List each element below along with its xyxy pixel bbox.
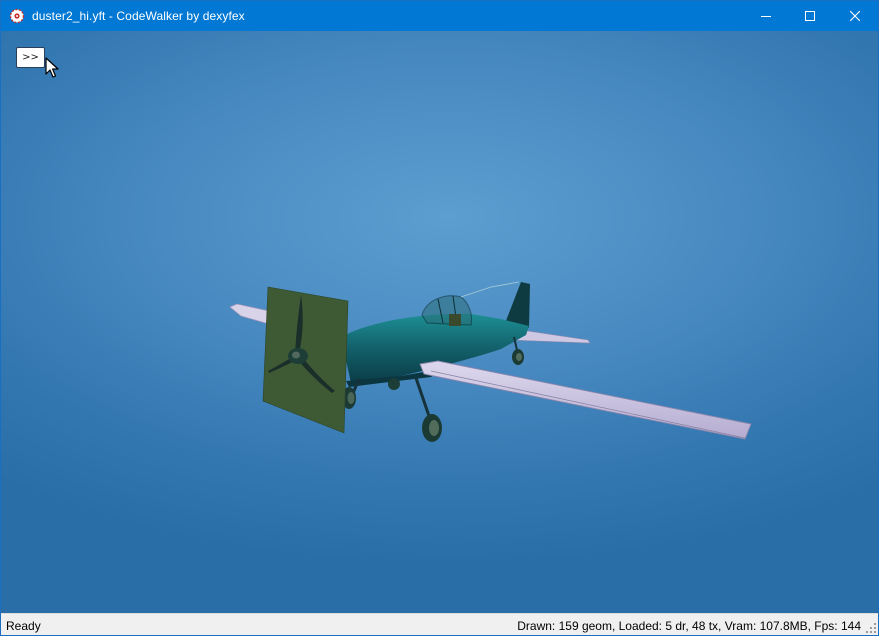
close-icon [850,11,860,21]
render-stats: Drawn: 159 geom, Loaded: 5 dr, 48 tx, Vr… [517,619,861,633]
crop-duster-airplane-icon [229,281,752,442]
maximize-icon [805,11,815,21]
status-text: Ready [6,619,41,633]
title-bar[interactable]: duster2_hi.yft - CodeWalker by dexyfex [1,1,878,31]
3d-viewport[interactable]: >> [1,31,878,613]
minimize-button[interactable] [743,1,789,31]
toggle-panel-button[interactable]: >> [16,47,45,68]
app-window: duster2_hi.yft - CodeWalker by dexyfex >… [0,0,879,636]
codewalker-app-icon [9,8,25,24]
minimize-icon [761,16,771,17]
mouse-pointer-icon [45,57,59,78]
window-title: duster2_hi.yft - CodeWalker by dexyfex [32,9,245,23]
status-bar: Ready Drawn: 159 geom, Loaded: 5 dr, 48 … [1,613,878,635]
maximize-button[interactable] [787,1,833,31]
close-button[interactable] [832,1,878,31]
resize-grip-icon[interactable] [866,623,876,633]
